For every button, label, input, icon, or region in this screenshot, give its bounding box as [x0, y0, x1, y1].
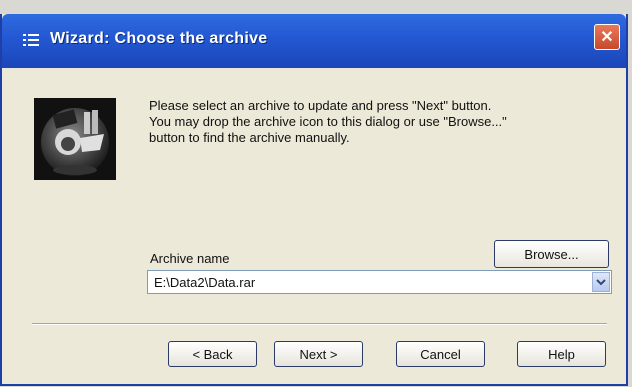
dropdown-button[interactable]	[592, 272, 610, 292]
instructions-line: You may drop the archive icon to this di…	[149, 114, 507, 129]
chevron-down-icon	[596, 279, 606, 286]
archive-name-value[interactable]: E:\Data2\Data.rar	[154, 275, 255, 290]
menu-lines-icon	[23, 34, 39, 46]
close-button[interactable]: ✕	[594, 24, 620, 50]
wizard-dialog: Wizard: Choose the archive ✕ Please sele…	[0, 14, 628, 386]
next-button[interactable]: Next >	[274, 341, 363, 367]
archive-name-combobox[interactable]: E:\Data2\Data.rar	[147, 270, 612, 294]
instructions-line: button to find the archive manually.	[149, 130, 350, 145]
archive-name-label: Archive name	[150, 251, 230, 266]
cancel-button[interactable]: Cancel	[396, 341, 485, 367]
instructions-text: Please select an archive to update and p…	[149, 98, 589, 146]
wizard-character-icon	[34, 98, 116, 180]
help-button[interactable]: Help	[517, 341, 606, 367]
window-title: Wizard: Choose the archive	[50, 30, 268, 47]
instructions-line: Please select an archive to update and p…	[149, 98, 492, 113]
title-bar[interactable]: Wizard: Choose the archive ✕	[2, 14, 626, 68]
browse-button[interactable]: Browse...	[494, 240, 609, 268]
close-icon: ✕	[600, 29, 614, 46]
dialog-body: Please select an archive to update and p…	[2, 68, 626, 386]
back-button[interactable]: < Back	[168, 341, 257, 367]
separator	[32, 323, 607, 325]
